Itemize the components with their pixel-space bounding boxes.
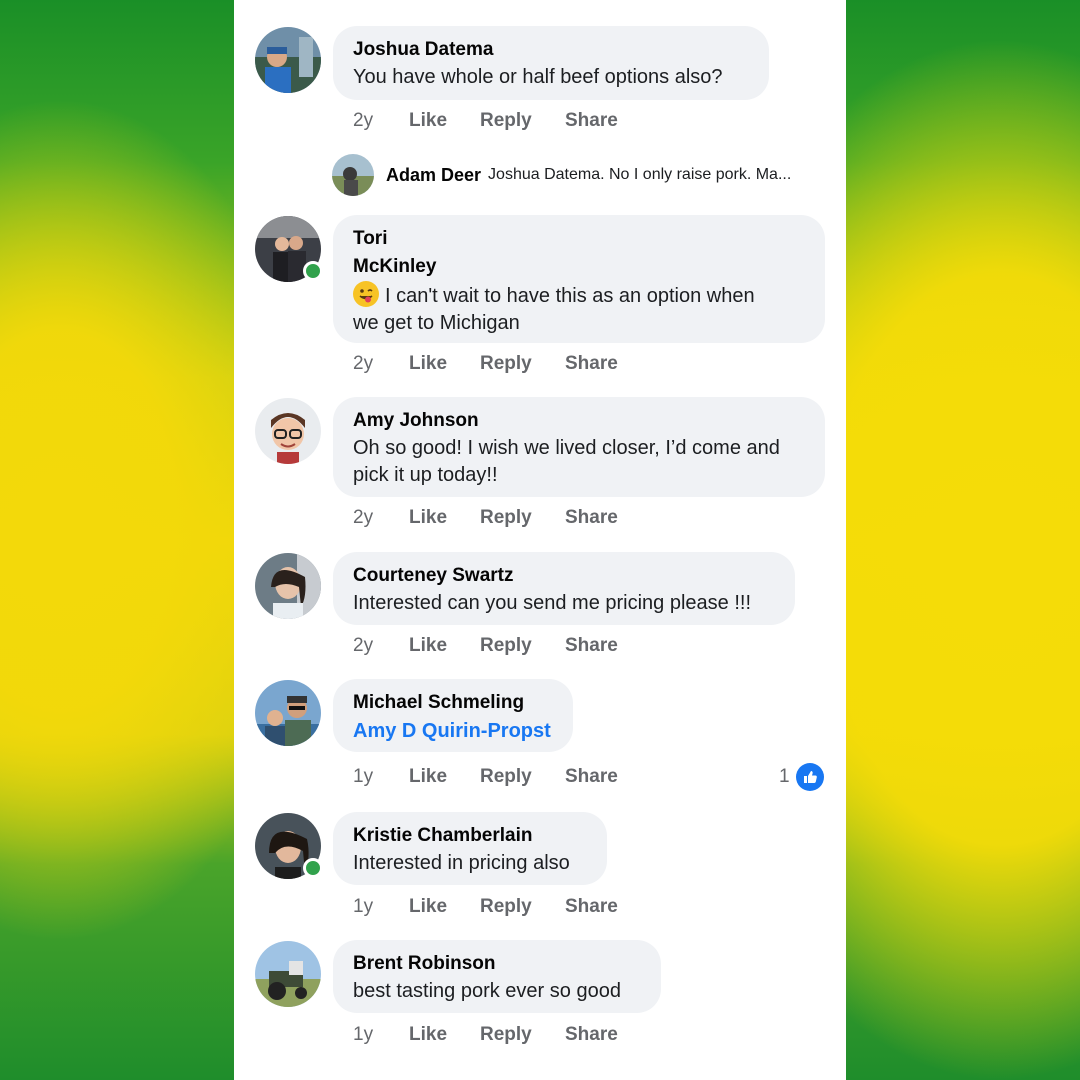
reply-text: Joshua Datema. No I only raise pork. Ma.… xyxy=(488,166,792,183)
comment-text-line: I can't wait to have this as an option w… xyxy=(385,285,755,307)
comment-author[interactable]: Joshua Datema xyxy=(353,36,749,64)
comment-bubble: Amy Johnson Oh so good! I wish we lived … xyxy=(333,397,825,497)
comment-bubble: Tori McKinley I can't wait to have this … xyxy=(333,215,825,343)
share-button[interactable]: Share xyxy=(565,1024,645,1046)
reply-button[interactable]: Reply xyxy=(480,110,565,132)
like-button[interactable]: Like xyxy=(409,766,480,788)
share-button[interactable]: Share xyxy=(565,896,645,918)
avatar[interactable] xyxy=(255,553,321,619)
comment-actions: 2y Like Reply Share xyxy=(353,353,645,375)
comment-text: Interested in pricing also xyxy=(353,852,570,874)
like-button[interactable]: Like xyxy=(409,507,480,529)
like-button[interactable]: Like xyxy=(409,896,480,918)
comment-bubble: Courteney Swartz Interested can you send… xyxy=(333,552,795,625)
reply-button[interactable]: Reply xyxy=(480,896,565,918)
comment-timestamp[interactable]: 1y xyxy=(353,766,409,788)
online-status-indicator xyxy=(303,261,323,281)
comment-actions: 2y Like Reply Share xyxy=(353,110,645,132)
reply-button[interactable]: Reply xyxy=(480,766,565,788)
comment-text: we get to Michigan xyxy=(353,312,520,334)
comment-author[interactable]: McKinley xyxy=(353,253,805,281)
comment-actions: 1y Like Reply Share xyxy=(353,766,645,788)
reaction-count: 1 xyxy=(779,766,790,787)
like-button[interactable]: Like xyxy=(409,1024,480,1046)
comment-author[interactable]: Michael Schmeling xyxy=(353,689,553,717)
comment-text: best tasting pork ever so good xyxy=(353,980,621,1002)
comment-timestamp[interactable]: 2y xyxy=(353,353,409,375)
online-status-indicator xyxy=(303,858,323,878)
share-button[interactable]: Share xyxy=(565,353,645,375)
avatar[interactable] xyxy=(255,941,321,1007)
share-button[interactable]: Share xyxy=(565,507,645,529)
comment-text: Interested can you send me pricing pleas… xyxy=(353,592,752,614)
reply-button[interactable]: Reply xyxy=(480,507,565,529)
comment-timestamp[interactable]: 2y xyxy=(353,635,409,657)
reply-button[interactable]: Reply xyxy=(480,1024,565,1046)
comment-text: Oh so good! I wish we lived closer, I’d … xyxy=(353,437,780,459)
reaction-summary[interactable]: 1 xyxy=(779,763,824,791)
avatar[interactable] xyxy=(255,398,321,464)
comment-text: I can't wait to have this as an option w… xyxy=(353,281,805,310)
user-mention-link[interactable]: Amy D Quirin-Propst xyxy=(353,717,553,745)
comment-actions: 1y Like Reply Share xyxy=(353,1024,645,1046)
reply-author[interactable]: Adam Deer xyxy=(386,165,481,186)
thumbs-up-icon xyxy=(795,763,824,791)
winking-tongue-emoji-icon xyxy=(353,281,379,307)
comment-timestamp[interactable]: 1y xyxy=(353,1024,409,1046)
comment-text: You have whole or half beef options also… xyxy=(353,66,723,88)
share-button[interactable]: Share xyxy=(565,635,645,657)
share-button[interactable]: Share xyxy=(565,766,645,788)
comment-bubble: Kristie Chamberlain Interested in pricin… xyxy=(333,812,607,885)
comment-actions: 2y Like Reply Share xyxy=(353,635,645,657)
comment-bubble: Brent Robinson best tasting pork ever so… xyxy=(333,940,661,1013)
comment-actions: 2y Like Reply Share xyxy=(353,507,645,529)
comment-timestamp[interactable]: 1y xyxy=(353,896,409,918)
avatar[interactable] xyxy=(255,27,321,93)
comment-timestamp[interactable]: 2y xyxy=(353,507,409,529)
like-button[interactable]: Like xyxy=(409,110,480,132)
comment-author[interactable]: Brent Robinson xyxy=(353,950,641,978)
comment-timestamp[interactable]: 2y xyxy=(353,110,409,132)
comment-author[interactable]: Kristie Chamberlain xyxy=(353,822,587,850)
comment-bubble: Michael Schmeling Amy D Quirin-Propst xyxy=(333,679,573,752)
comments-panel: Joshua Datema You have whole or half bee… xyxy=(234,0,846,1080)
comment-author[interactable]: Courteney Swartz xyxy=(353,562,775,590)
like-button[interactable]: Like xyxy=(409,353,480,375)
like-button[interactable]: Like xyxy=(409,635,480,657)
collapsed-reply[interactable]: Adam Deer Joshua Datema. No I only raise… xyxy=(332,153,791,197)
reply-button[interactable]: Reply xyxy=(480,635,565,657)
comment-bubble: Joshua Datema You have whole or half bee… xyxy=(333,26,769,100)
comment-author[interactable]: Amy Johnson xyxy=(353,407,805,435)
share-button[interactable]: Share xyxy=(565,110,645,132)
comment-author[interactable]: Tori xyxy=(353,225,805,253)
avatar xyxy=(332,154,374,196)
avatar[interactable] xyxy=(255,680,321,746)
comment-text: pick it up today!! xyxy=(353,464,498,486)
reply-button[interactable]: Reply xyxy=(480,353,565,375)
comment-actions: 1y Like Reply Share xyxy=(353,896,645,918)
